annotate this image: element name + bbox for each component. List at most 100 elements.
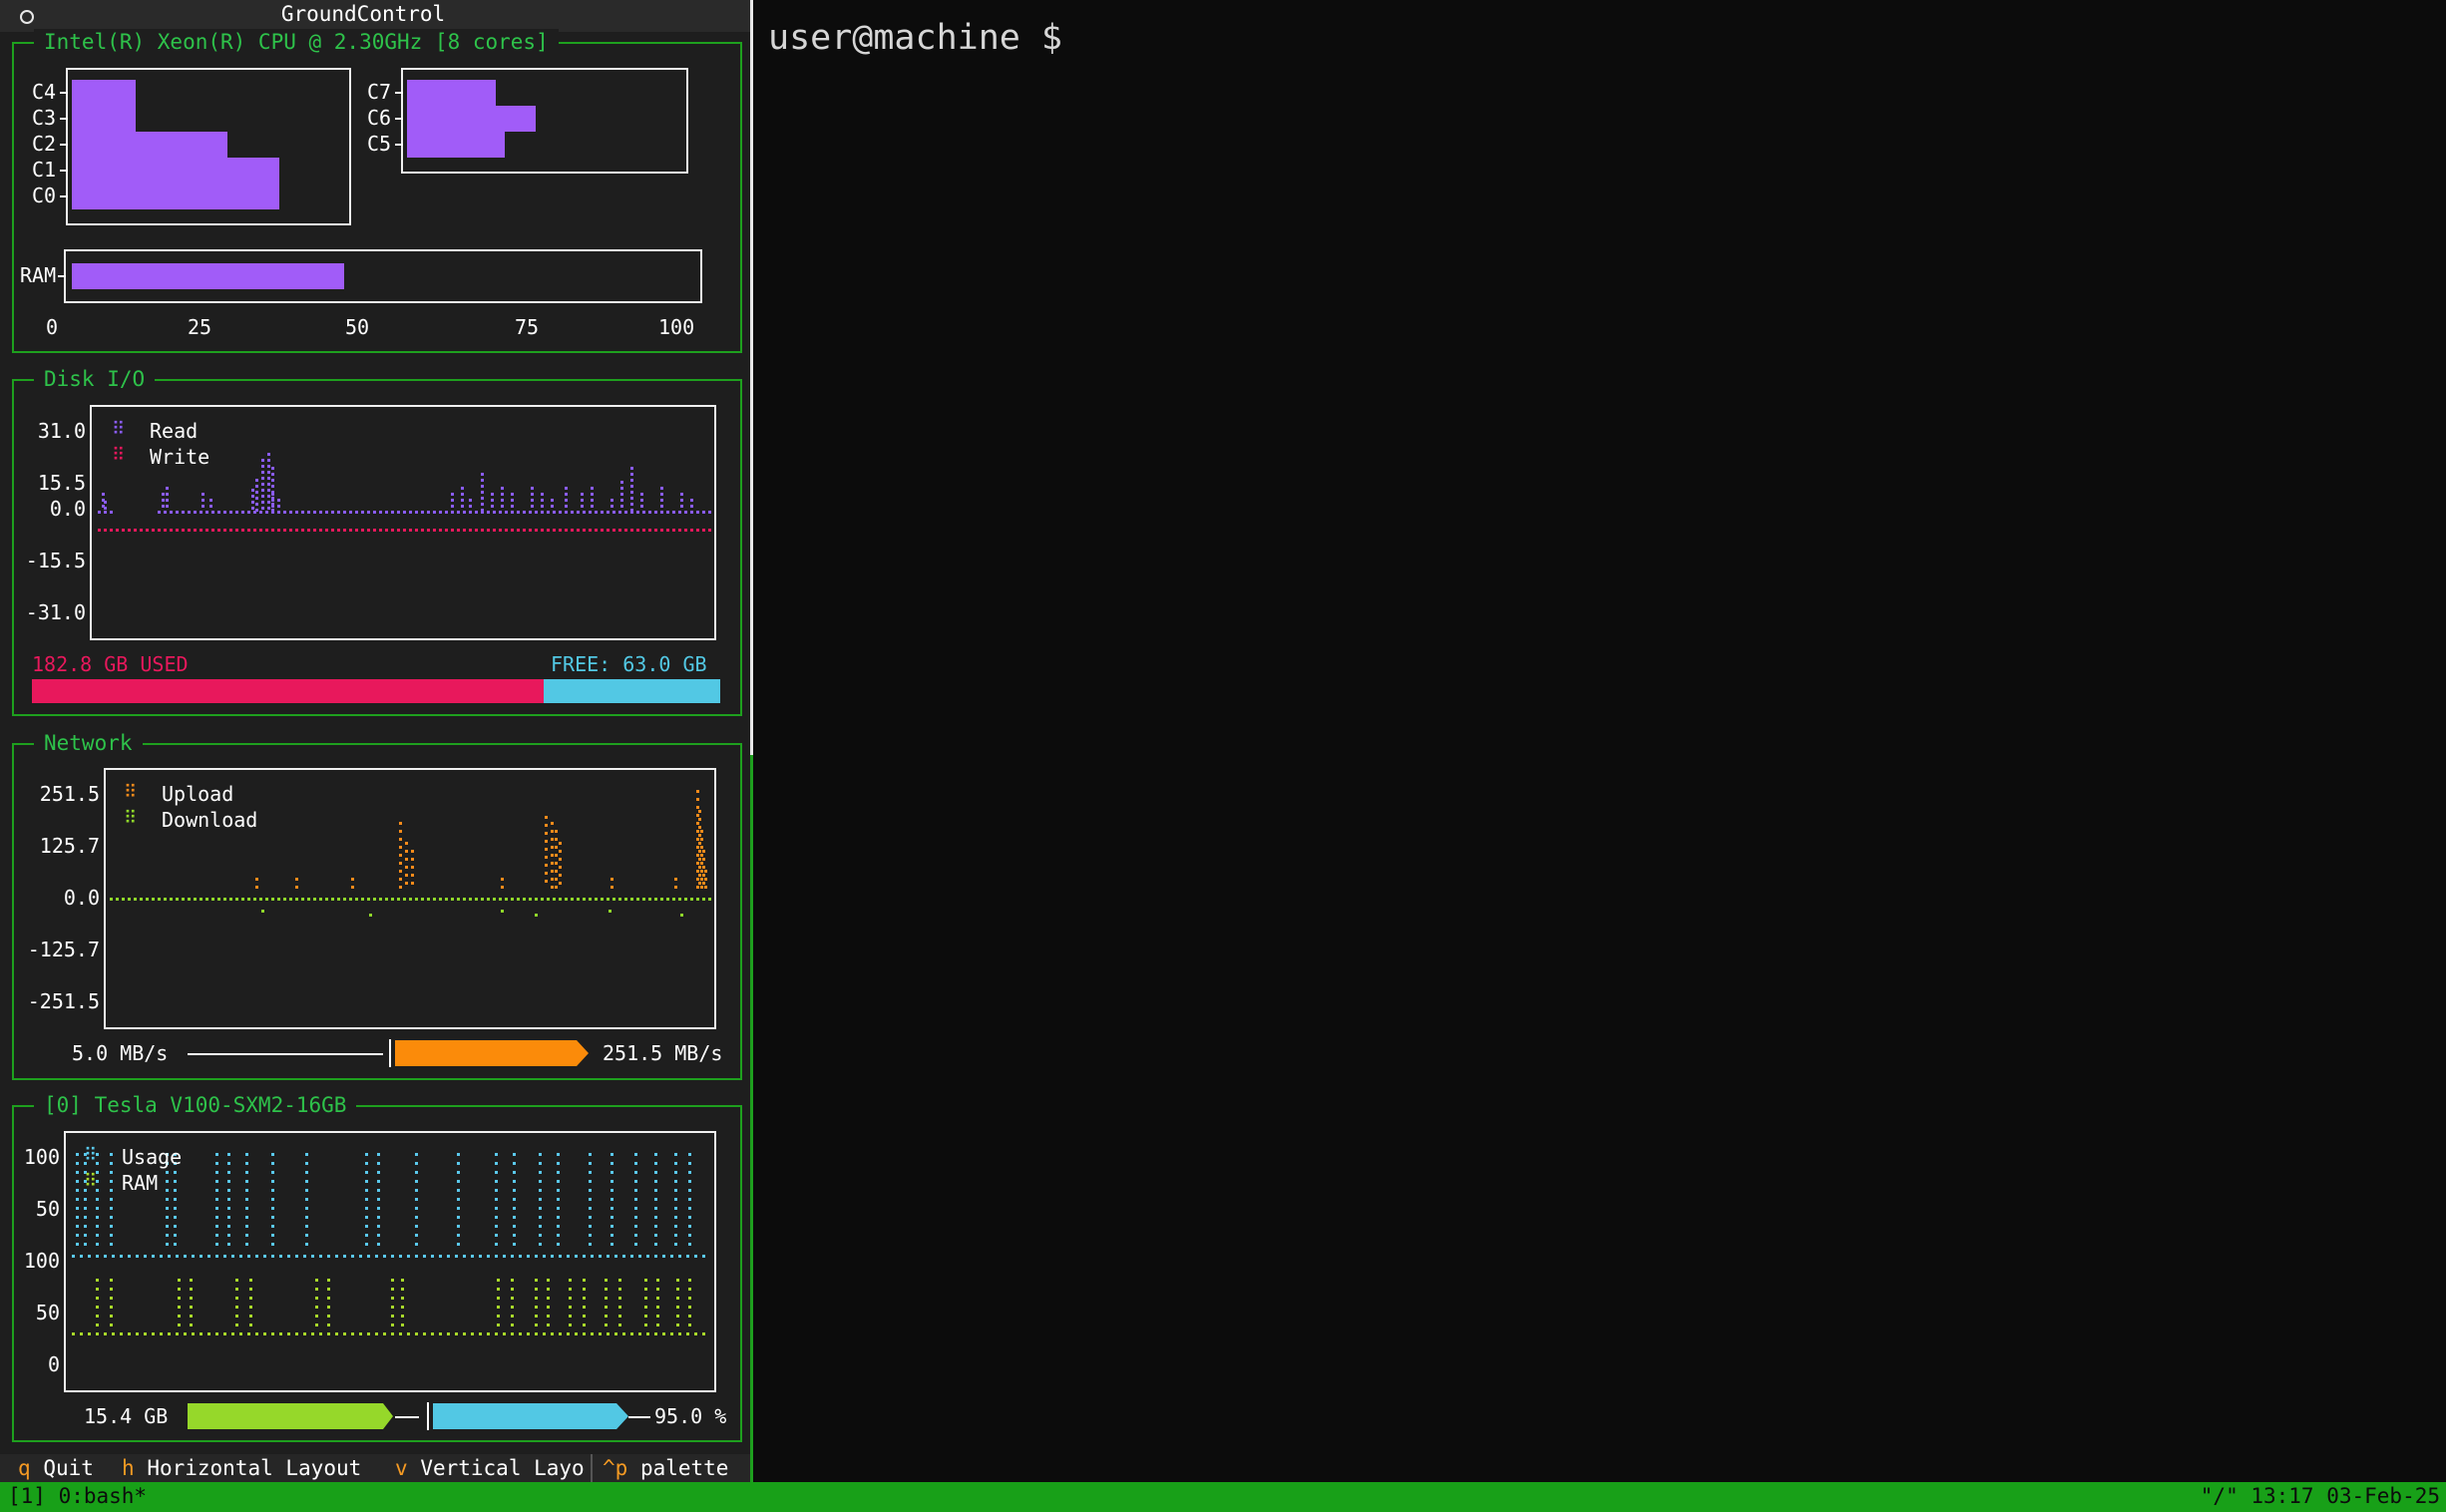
gpu-usage-dot	[84, 1216, 87, 1219]
gpu-ram-dot	[497, 1297, 500, 1300]
keybind-quit[interactable]: q Quit	[18, 1456, 94, 1480]
disk-read-dot	[612, 511, 615, 514]
pane-divider[interactable]	[750, 0, 753, 755]
gpu-usage-dot	[686, 1255, 689, 1258]
disk-read-dot	[247, 511, 250, 514]
gpu-ram-dot	[96, 1332, 99, 1335]
keybind-horizontal-layout[interactable]: h Horizontal Layout	[122, 1456, 361, 1480]
keybind-vertical-layout[interactable]: v Vertical Layo	[395, 1456, 585, 1480]
gpu-usage-dot	[557, 1234, 560, 1237]
disk-read-dot	[551, 499, 554, 502]
gpu-ram-dot	[527, 1332, 530, 1335]
gpu-usage-dot	[96, 1255, 99, 1258]
gpu-usage-dot	[365, 1243, 368, 1246]
network-upload-dot	[545, 840, 548, 843]
gpu-usage-dot	[305, 1225, 308, 1228]
gpu-usage-dot	[447, 1255, 450, 1258]
gpu-usage-dot	[674, 1225, 677, 1228]
disk-read-dot	[110, 511, 113, 514]
network-upload-dot	[501, 886, 504, 889]
gpu-usage-dot	[415, 1189, 418, 1192]
gpu-usage-dot	[76, 1207, 79, 1210]
gpu-usage-dot	[365, 1162, 368, 1165]
disk-read-dot	[481, 479, 484, 482]
disk-read-dot	[684, 511, 687, 514]
gpu-ram-dot	[638, 1332, 641, 1335]
gpu-usage-dot	[305, 1153, 308, 1156]
network-upload-dot	[405, 858, 408, 861]
network-upload-dot	[696, 814, 699, 817]
gpu-usage-dot	[557, 1153, 560, 1156]
disk-write-dot	[511, 529, 514, 532]
network-download-dot	[235, 898, 238, 901]
gpu-legend-label: RAM	[122, 1171, 159, 1195]
network-download-dot	[547, 898, 550, 901]
disk-read-dot	[531, 487, 534, 490]
gpu-usage-dot	[539, 1216, 542, 1219]
gpu-usage-dot	[166, 1171, 169, 1174]
network-upload-dot	[700, 870, 703, 873]
gpu-ram-dot	[614, 1332, 617, 1335]
cpu-core-bar	[72, 132, 227, 158]
cpu-core-tick	[395, 144, 403, 146]
gpu-usage-dot	[688, 1180, 691, 1183]
gpu-usage-dot	[415, 1171, 418, 1174]
gpu-usage-dot	[271, 1255, 274, 1258]
gpu-usage-dot	[634, 1180, 637, 1183]
network-download-dot	[164, 898, 167, 901]
disk-y-tick: -15.5	[25, 549, 86, 572]
network-download-dot	[271, 898, 274, 901]
gpu-ram-dot	[644, 1288, 647, 1291]
disk-write-dot	[104, 529, 107, 532]
gpu-usage-dot	[110, 1198, 113, 1201]
network-upload-dot	[704, 886, 707, 889]
disk-read-dot	[255, 497, 258, 500]
gpu-ram-dot	[110, 1315, 113, 1318]
gpu-usage-dot	[407, 1255, 410, 1258]
disk-read-dot	[690, 505, 693, 508]
network-upload-dot	[405, 850, 408, 853]
network-upload-dot	[702, 874, 705, 877]
disk-y-tick: 31.0	[37, 419, 86, 443]
gpu-usage-dot	[174, 1171, 177, 1174]
tmux-status-bar: [1] 0:bash* "/" 13:17 03-Feb-25	[0, 1482, 2446, 1512]
gpu-usage-dot	[527, 1255, 530, 1258]
gpu-usage-dot	[599, 1255, 602, 1258]
groundcontrol-pane: GroundControl Intel(R) Xeon(R) CPU @ 2.3…	[0, 0, 750, 1482]
gpu-usage-dot	[688, 1153, 691, 1156]
gpu-usage-dot	[495, 1171, 498, 1174]
gpu-usage-dot	[511, 1255, 514, 1258]
gpu-usage-dot	[688, 1162, 691, 1165]
gpu-usage-dot	[539, 1243, 542, 1246]
gpu-usage-dot	[567, 1255, 570, 1258]
disk-read-dot	[385, 511, 388, 514]
gpu-usage-dot	[365, 1207, 368, 1210]
network-download-dot	[684, 898, 687, 901]
gpu-ram-dot	[511, 1332, 514, 1335]
status-window-list[interactable]: [1] 0:bash*	[8, 1484, 147, 1508]
gpu-usage-dot	[365, 1189, 368, 1192]
gpu-ram-dot	[401, 1306, 404, 1309]
network-download-dot	[609, 910, 612, 913]
keybind-palette[interactable]: ^p palette	[603, 1456, 728, 1480]
gpu-ram-dot	[415, 1332, 418, 1335]
gpu-ram-dot	[547, 1279, 550, 1282]
gpu-legend-label: Usage	[122, 1145, 183, 1169]
disk-read-dot	[361, 511, 364, 514]
gpu-ram-dot	[455, 1332, 458, 1335]
disk-read-dot	[251, 501, 254, 504]
terminal-prompt[interactable]: user@machine $	[768, 18, 1062, 58]
disk-read-dot	[620, 481, 623, 484]
gpu-usage-dot	[611, 1198, 613, 1201]
network-upload-dot	[700, 878, 703, 881]
gpu-usage-dot	[415, 1234, 418, 1237]
pane-divider-lower[interactable]	[750, 755, 753, 1482]
gpu-usage-dot	[377, 1225, 380, 1228]
disk-write-dot	[577, 529, 580, 532]
gpu-usage-dot	[227, 1189, 230, 1192]
network-upload-dot	[295, 886, 298, 889]
gpu-ram-dot	[327, 1306, 330, 1309]
disk-write-dot	[445, 529, 448, 532]
disk-write-dot	[451, 529, 454, 532]
disk-write-dot	[618, 529, 621, 532]
